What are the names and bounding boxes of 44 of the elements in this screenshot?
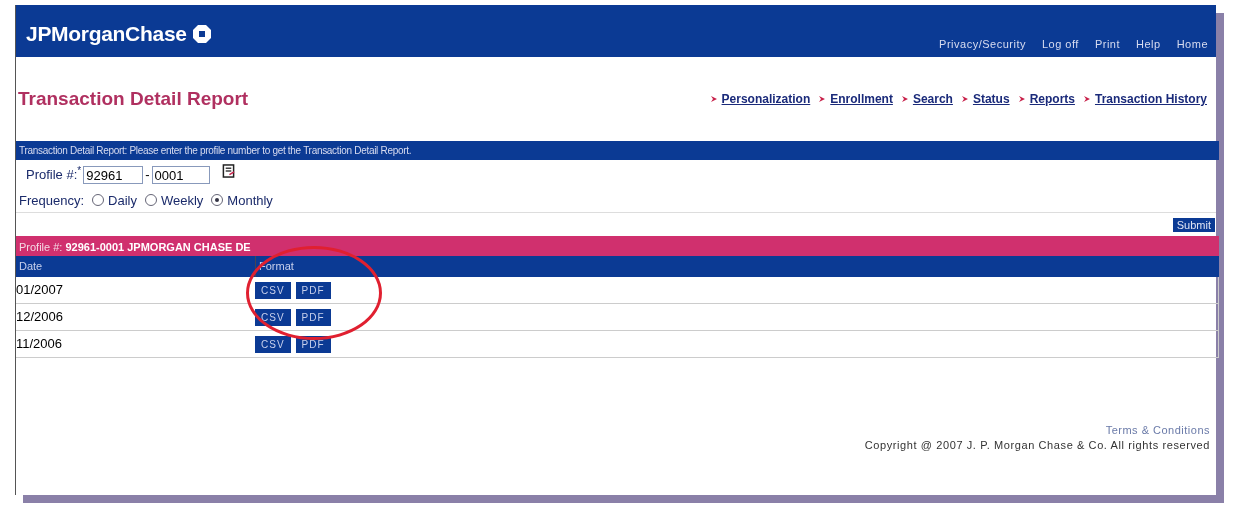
- radio-label[interactable]: Weekly: [160, 192, 204, 208]
- logo-text: JPMorganChase: [26, 22, 187, 46]
- profile-input[interactable]: 92961: [83, 166, 144, 184]
- submit-button[interactable]: Submit: [1171, 217, 1216, 233]
- chevron-icon: [960, 95, 969, 103]
- nav-link[interactable]: Transaction History: [1094, 92, 1207, 106]
- required-mark: *: [77, 165, 82, 176]
- format-button[interactable]: CSV: [255, 308, 291, 326]
- instruction-bar: Transaction Detail Report: Please enter the profile number to get the Transaction Detail Report.: [16, 141, 1219, 160]
- nav-link[interactable]: Status: [972, 92, 1010, 106]
- chevron-icon: [1017, 95, 1026, 103]
- date-cell-text: 01/2007: [16, 281, 64, 299]
- notepad-icon[interactable]: [221, 163, 235, 179]
- chevron-icon: [818, 95, 827, 103]
- chevron-icon: [709, 95, 718, 103]
- header-link[interactable]: Home: [1176, 38, 1208, 50]
- octagon-logo-icon: [191, 24, 212, 44]
- copyright-text: Copyright @ 2007 J. P. Morgan Chase & Co. All rights reserved: [864, 439, 1210, 451]
- date-cell-text: 11/2006: [16, 335, 64, 353]
- profile-input[interactable]: 0001: [151, 166, 210, 184]
- chevron-icon: [1082, 95, 1091, 103]
- column-header: Date: [18, 259, 44, 274]
- format-button[interactable]: PDF: [295, 281, 331, 299]
- nav-link[interactable]: Search: [912, 92, 953, 106]
- terms-link[interactable]: Terms & Conditions: [1105, 424, 1210, 436]
- date-cell-text: 12/2006: [16, 308, 64, 326]
- profile-heading: Profile #: 92961-0001 JPMORGAN CHASE DE: [19, 241, 251, 253]
- nav-link[interactable]: Enrollment: [830, 92, 893, 106]
- header-link[interactable]: Help: [1136, 38, 1161, 50]
- header-link[interactable]: Print: [1094, 38, 1121, 50]
- separator-text: -: [145, 166, 150, 182]
- nav-link[interactable]: Reports: [1029, 92, 1075, 106]
- page-title: Transaction Detail Report: [18, 88, 249, 110]
- format-button[interactable]: CSV: [255, 335, 291, 353]
- radio-label[interactable]: Daily: [108, 192, 137, 208]
- format-button[interactable]: CSV: [255, 281, 291, 299]
- chevron-icon: [900, 95, 909, 103]
- nav-link[interactable]: Personalization: [721, 92, 811, 106]
- field-label: Frequency:: [19, 192, 85, 208]
- header-link[interactable]: Log off: [1041, 38, 1079, 50]
- field-label: Profile #:: [26, 166, 78, 182]
- format-button[interactable]: PDF: [295, 308, 331, 326]
- radio-label[interactable]: Monthly: [227, 192, 273, 208]
- header-link[interactable]: Privacy/Security: [939, 38, 1026, 50]
